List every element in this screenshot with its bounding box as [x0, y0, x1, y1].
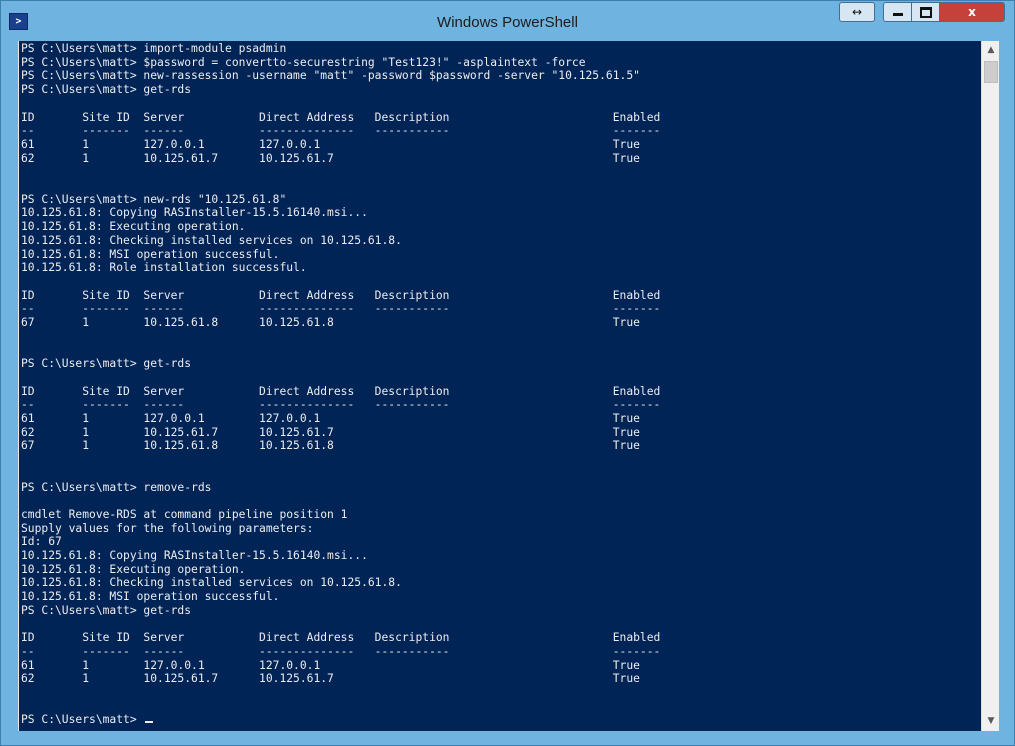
window-frame-right — [999, 41, 1014, 731]
console-line: PS C:\Users\matt> new-rassession -userna… — [21, 69, 640, 83]
scroll-up-arrow-icon[interactable]: ▲ — [983, 42, 999, 59]
console-line: 10.125.61.8: Role installation successfu… — [21, 261, 307, 275]
console-line: PS C:\Users\matt> get-rds — [21, 83, 192, 97]
scroll-thumb[interactable] — [984, 61, 998, 83]
console-line: 10.125.61.8: Copying RASInstaller-15.5.1… — [21, 549, 368, 563]
console-line: 10.125.61.8: Checking installed services… — [21, 233, 402, 247]
console-output[interactable]: PS C:\Users\matt> import-module psadmin … — [18, 41, 981, 731]
window-controls: x — [883, 2, 1005, 22]
console-line: 10.125.61.8: Checking installed services… — [21, 576, 402, 590]
console-line: Id: 67 — [21, 535, 62, 549]
console-line: 10.125.61.8: MSI operation successful. — [21, 247, 280, 261]
console-line: ID Site ID Server Direct Address Descrip… — [21, 288, 661, 302]
console-line: PS C:\Users\matt> get-rds — [21, 603, 192, 617]
console-line: 67 1 10.125.61.8 10.125.61.8 True — [21, 439, 640, 453]
console-line: 10.125.61.8: Copying RASInstaller-15.5.1… — [21, 206, 368, 220]
console-line: 10.125.61.8: Executing operation. — [21, 220, 246, 234]
console-line: -- ------- ------ -------------- -------… — [21, 124, 661, 138]
console-line: PS C:\Users\matt> $password = convertto-… — [21, 55, 586, 69]
console-line: 67 1 10.125.61.8 10.125.61.8 True — [21, 316, 640, 330]
console-line: PS C:\Users\matt> new-rds "10.125.61.8" — [21, 192, 287, 206]
console-line: 10.125.61.8: Executing operation. — [21, 562, 246, 576]
console-line: -- ------- ------ -------------- -------… — [21, 398, 661, 412]
console-line: ID Site ID Server Direct Address Descrip… — [21, 631, 661, 645]
console-line: -- ------- ------ -------------- -------… — [21, 644, 661, 658]
console-line: PS C:\Users\matt> import-module psadmin — [21, 42, 287, 55]
minimize-icon — [893, 13, 903, 16]
console-text: PS C:\Users\matt> import-module psadmin … — [19, 41, 981, 727]
powershell-window: > Windows PowerShell ↔ x PS C:\Users\mat… — [0, 0, 1015, 746]
close-button[interactable]: x — [940, 3, 1004, 21]
console-line: 61 1 127.0.0.1 127.0.0.1 True — [21, 658, 640, 672]
console-line: Supply values for the following paramete… — [21, 521, 314, 535]
console-line: 62 1 10.125.61.7 10.125.61.7 True — [21, 425, 640, 439]
title-bar[interactable]: > Windows PowerShell ↔ x — [1, 1, 1014, 41]
console-line: 61 1 127.0.0.1 127.0.0.1 True — [21, 411, 640, 425]
console-line: 10.125.61.8: MSI operation successful. — [21, 590, 280, 604]
console-line: PS C:\Users\matt> get-rds — [21, 357, 192, 371]
text-cursor — [145, 721, 154, 724]
maximize-button[interactable] — [912, 3, 940, 21]
console-line: 62 1 10.125.61.7 10.125.61.7 True — [21, 672, 640, 686]
snap-button[interactable]: ↔ — [839, 2, 875, 22]
vertical-scrollbar[interactable]: ▲ ▼ — [981, 41, 999, 731]
console-line: PS C:\Users\matt> remove-rds — [21, 480, 212, 494]
window-frame-bottom — [1, 731, 1014, 745]
console-prompt[interactable]: PS C:\Users\matt> — [21, 713, 143, 726]
console-line: ID Site ID Server Direct Address Descrip… — [21, 384, 661, 398]
scroll-down-arrow-icon[interactable]: ▼ — [983, 713, 999, 730]
maximize-icon — [920, 7, 932, 18]
console-line: -- ------- ------ -------------- -------… — [21, 302, 661, 316]
console-line: 62 1 10.125.61.7 10.125.61.7 True — [21, 151, 640, 165]
console-line: ID Site ID Server Direct Address Descrip… — [21, 110, 661, 124]
console-line: 61 1 127.0.0.1 127.0.0.1 True — [21, 137, 640, 151]
minimize-button[interactable] — [884, 3, 912, 21]
console-line: cmdlet Remove-RDS at command pipeline po… — [21, 507, 348, 521]
